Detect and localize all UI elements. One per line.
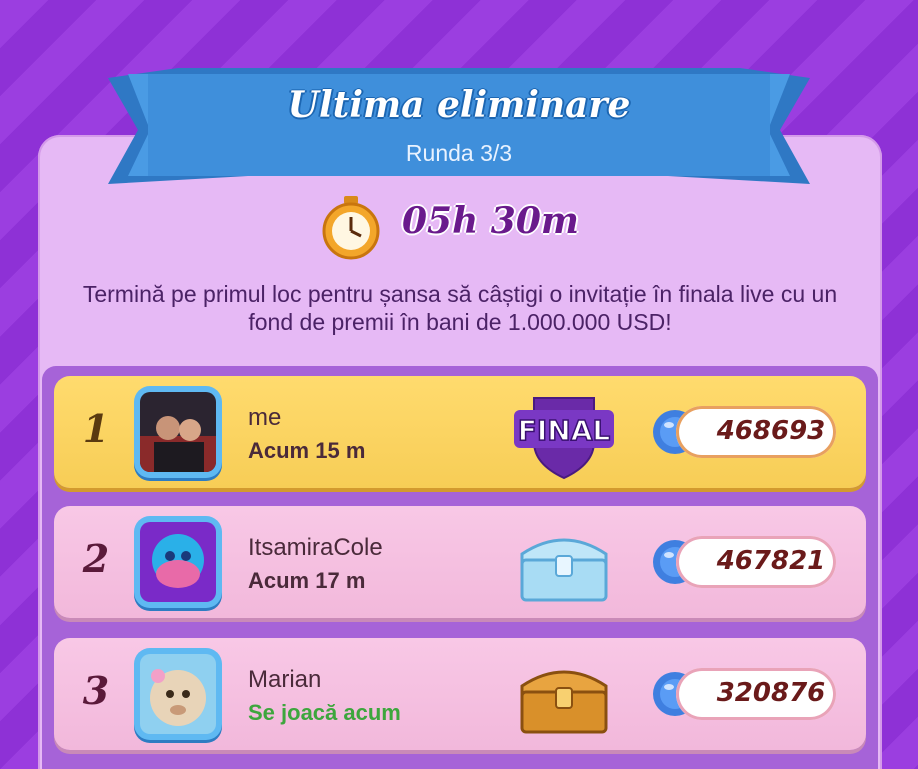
stopwatch-icon <box>322 196 380 260</box>
score-value: 468693 <box>716 416 826 446</box>
score-value: 320876 <box>716 678 826 708</box>
player-status: Se joacă acum <box>248 700 401 725</box>
page-title: Ultima eliminare <box>287 84 631 126</box>
timer: 05h 30m <box>316 194 616 260</box>
avatar <box>134 516 222 608</box>
avatar <box>134 386 222 478</box>
leaderboard-row-3[interactable]: 3 Marian Se joacă acum 320876 <box>54 638 866 750</box>
rank-number: 1 <box>82 406 110 451</box>
rank-number: 2 <box>82 536 110 581</box>
player-name: Marian <box>248 666 322 693</box>
title-ribbon: Ultima eliminare Runda 3/3 <box>108 68 810 188</box>
rank-number: 3 <box>82 668 110 713</box>
leaderboard-row-2[interactable]: 2 ItsamiraCole Acum 17 m 467821 <box>54 506 866 618</box>
avatar <box>134 648 222 740</box>
player-status: Acum 17 m <box>248 568 366 593</box>
score-value: 467821 <box>716 546 826 576</box>
silver-chest-icon <box>512 514 616 610</box>
player-status: Acum 15 m <box>248 438 366 463</box>
final-badge-label: FINAL <box>518 414 611 447</box>
final-badge: FINAL <box>512 384 616 480</box>
round-label: Runda 3/3 <box>405 140 513 166</box>
description: Termină pe primul loc pentru șansa să câ… <box>82 281 838 335</box>
score-box: 468693 <box>676 406 836 458</box>
player-name: me <box>248 404 282 431</box>
time-remaining: 05h 30m <box>402 200 579 242</box>
player-name: ItsamiraCole <box>248 534 383 561</box>
leaderboard-row-1[interactable]: 1 me Acum 15 m FINAL 468693 <box>54 376 866 488</box>
score-box: 467821 <box>676 536 836 588</box>
score-box: 320876 <box>676 668 836 720</box>
gold-chest-icon <box>512 646 616 742</box>
